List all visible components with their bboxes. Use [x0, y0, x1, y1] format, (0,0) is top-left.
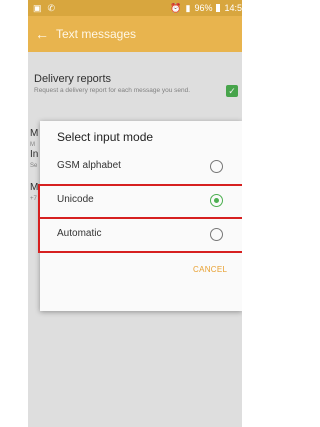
input-mode-dialog: Select input mode GSM alphabet Unicode A…: [38, 121, 242, 311]
phone-screen: ▣ ✆ ⏰ ▮ 96% 14:5 ← Text messages Deliver…: [28, 0, 242, 427]
battery-percent: 96%: [194, 3, 213, 13]
app-bar: ← Text messages: [28, 16, 242, 52]
highlight-box-automatic: [38, 217, 242, 253]
option-gsm-alphabet[interactable]: GSM alphabet: [40, 150, 242, 184]
signal-icon: ▮: [185, 2, 191, 13]
alarm-icon: ⏰: [170, 2, 182, 13]
phone-icon: ✆: [47, 2, 56, 13]
battery-icon: [216, 4, 221, 12]
dialog-title: Select input mode: [57, 130, 154, 144]
radio-button-icon[interactable]: [210, 160, 223, 173]
clock: 14:5: [224, 3, 242, 13]
image-icon: ▣: [33, 2, 42, 13]
page-title: Text messages: [56, 27, 137, 41]
option-label: GSM alphabet: [57, 160, 121, 171]
back-arrow-icon[interactable]: ←: [28, 26, 56, 42]
status-bar: ▣ ✆ ⏰ ▮ 96% 14:5: [28, 0, 242, 16]
highlight-box-unicode: [38, 184, 242, 219]
cancel-button[interactable]: CANCEL: [193, 265, 227, 274]
